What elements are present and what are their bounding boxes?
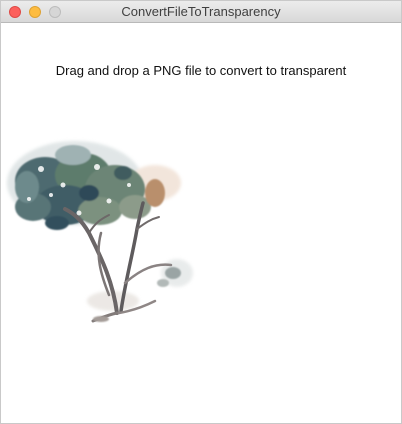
- app-window: ConvertFileToTransparency Drag and drop …: [0, 0, 402, 424]
- titlebar[interactable]: ConvertFileToTransparency: [1, 1, 401, 23]
- drop-area[interactable]: Drag and drop a PNG file to convert to t…: [1, 23, 401, 423]
- window-title: ConvertFileToTransparency: [121, 4, 281, 19]
- tree-image-preview: [7, 141, 193, 323]
- drop-instruction: Drag and drop a PNG file to convert to t…: [55, 63, 347, 78]
